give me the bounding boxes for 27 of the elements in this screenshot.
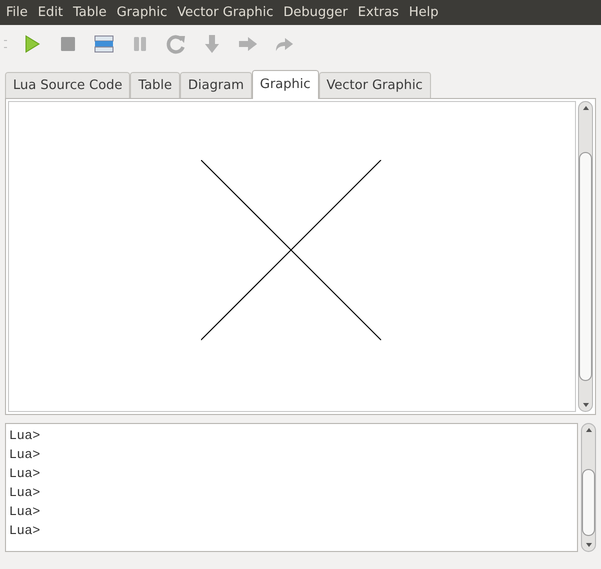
tab[interactable]: Table [130, 72, 180, 98]
menu-item[interactable]: Graphic [116, 2, 168, 22]
console-prompt: Lua> [9, 465, 42, 483]
console-prompt: Lua> [9, 446, 42, 464]
scrollbar[interactable] [581, 423, 596, 552]
console-prompt: Lua> [9, 484, 42, 502]
scroll-down-icon[interactable] [586, 543, 592, 547]
refresh-icon[interactable] [165, 33, 187, 55]
scroll-up-icon[interactable] [586, 428, 592, 432]
console-prompt: Lua> [9, 522, 42, 540]
tab[interactable]: Lua Source Code [5, 72, 130, 98]
menu-item[interactable]: Vector Graphic [177, 2, 274, 22]
menu-item[interactable]: File [6, 2, 28, 22]
menu-item[interactable]: Table [72, 2, 107, 22]
menu-item[interactable]: Help [408, 2, 439, 22]
scroll-down-icon[interactable] [582, 403, 588, 407]
tab[interactable]: Diagram [180, 72, 252, 98]
list-icon[interactable] [93, 33, 115, 55]
menu-item[interactable]: Extras [358, 2, 399, 22]
tab[interactable]: Vector Graphic [318, 72, 431, 98]
console-prompt: Lua> [9, 427, 42, 445]
scrollbar[interactable] [578, 101, 593, 412]
scroll-up-icon[interactable] [582, 106, 588, 110]
menu-item[interactable]: Edit [38, 2, 63, 22]
console-prompt: Lua> [9, 503, 42, 521]
menu-item[interactable]: Debugger [283, 2, 348, 22]
tab[interactable]: Graphic [252, 70, 319, 99]
